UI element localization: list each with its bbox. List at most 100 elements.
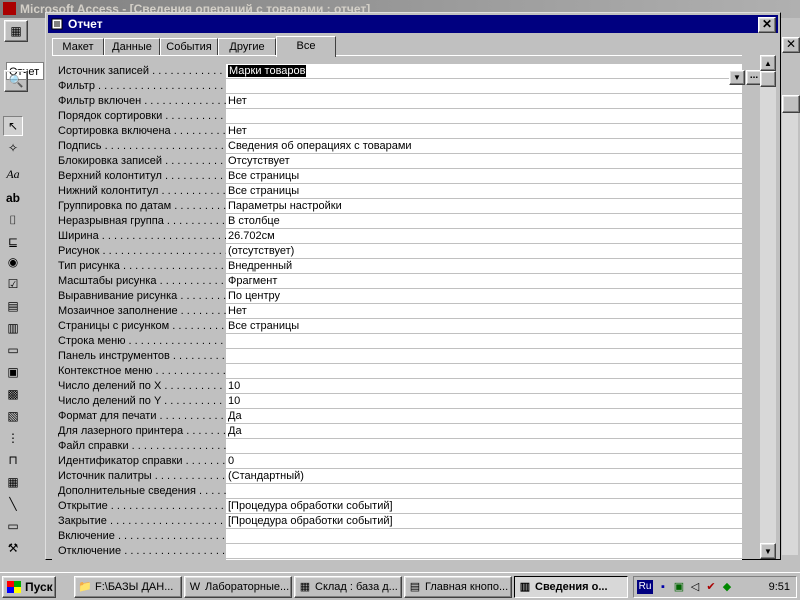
unbound-object-icon[interactable]: ▩ (3, 384, 23, 404)
property-value[interactable]: В столбце (226, 214, 742, 229)
property-row[interactable]: Панель инструментов . . . . . . . . . . … (52, 349, 742, 364)
property-value[interactable]: Нет (226, 304, 742, 319)
db-window-icon[interactable]: ▦ (4, 20, 28, 42)
scroll-down-icon[interactable]: ▼ (760, 543, 776, 559)
property-value[interactable]: [Процедура обработки событий] (226, 514, 742, 529)
property-value[interactable]: [Процедура обработки событий] (226, 499, 742, 514)
tab-control-icon[interactable]: ⊓ (3, 450, 23, 470)
property-row[interactable]: Ширина . . . . . . . . . . . . . . . . .… (52, 229, 742, 244)
property-row[interactable]: Отключение . . . . . . . . . . . . . . .… (52, 544, 742, 559)
scroll-up-icon[interactable]: ▲ (760, 55, 776, 71)
dialog-titlebar[interactable]: Отчет ✕ (48, 15, 778, 33)
property-value[interactable]: (отсутствует) (226, 244, 742, 259)
property-value[interactable] (226, 439, 742, 454)
property-row[interactable]: Число делений по Y . . . . . . . . . . .… (52, 394, 742, 409)
property-row[interactable]: Закрытие . . . . . . . . . . . . . . . .… (52, 514, 742, 529)
property-row[interactable]: Строка меню . . . . . . . . . . . . . . … (52, 334, 742, 349)
dropdown-arrow-icon[interactable]: ▼ (729, 70, 745, 85)
property-value[interactable]: 10 (226, 394, 742, 409)
property-row[interactable]: Файл справки . . . . . . . . . . . . . .… (52, 439, 742, 454)
property-row[interactable]: Для лазерного принтера . . . . . . . . .… (52, 424, 742, 439)
property-value[interactable]: Отсутствует (226, 154, 742, 169)
report-scrollbar[interactable] (782, 95, 800, 555)
tab-data[interactable]: Данные (104, 38, 160, 55)
property-row[interactable]: Порядок сортировки . . . . . . . . . . .… (52, 109, 742, 124)
property-value[interactable] (226, 79, 742, 94)
property-value[interactable]: Марки товаров (226, 64, 742, 79)
property-value[interactable]: Сведения об операциях с товарами (226, 139, 742, 154)
page-break-icon[interactable]: ⋮ (3, 428, 23, 448)
property-value[interactable]: Фрагмент (226, 274, 742, 289)
taskbar-button[interactable]: 📁 F:\БАЗЫ ДАН... (74, 576, 182, 598)
property-row[interactable]: Выравнивание рисунка . . . . . . . . . .… (52, 289, 742, 304)
taskbar-button[interactable]: ▤ Главная кнопо... (404, 576, 512, 598)
property-row[interactable]: Нижний колонтитул . . . . . . . . . . . … (52, 184, 742, 199)
property-row[interactable]: Идентификатор справки . . . . . . . . . … (52, 454, 742, 469)
property-row[interactable]: Источник палитры . . . . . . . . . . . .… (52, 469, 742, 484)
property-value[interactable]: Все страницы (226, 319, 742, 334)
more-controls-icon[interactable]: ⚒ (3, 538, 23, 558)
taskbar-button[interactable]: W Лабораторные... (184, 576, 292, 598)
property-row[interactable]: Число делений по X . . . . . . . . . . .… (52, 379, 742, 394)
property-row[interactable]: Фильтр включен . . . . . . . . . . . . .… (52, 94, 742, 109)
property-scrollbar[interactable]: ▲ ▼ (760, 55, 776, 559)
tab-layout[interactable]: Макет (52, 38, 104, 55)
property-row[interactable]: Отсутствие данных . . . . . . . . . . . … (52, 559, 742, 560)
network-icon[interactable]: ▪ (656, 580, 670, 594)
property-row[interactable]: Формат для печати . . . . . . . . . . . … (52, 409, 742, 424)
monitor-icon[interactable]: ▣ (672, 580, 686, 594)
property-value[interactable]: Параметры настройки (226, 199, 742, 214)
toggle-button-icon[interactable]: ⊑ (3, 232, 23, 252)
property-row[interactable]: Источник записей . . . . . . . . . . . .… (52, 64, 742, 79)
combo-box-icon[interactable]: ▤ (3, 296, 23, 316)
property-value[interactable]: Нет (226, 94, 742, 109)
antivirus-icon[interactable]: ✔ (704, 580, 718, 594)
option-button-icon[interactable]: ◉ (3, 252, 23, 272)
property-row[interactable]: Дополнительные сведения . . . . . . . . … (52, 484, 742, 499)
tab-other[interactable]: Другие (218, 38, 276, 55)
property-value[interactable] (226, 334, 742, 349)
language-indicator[interactable]: Ru (637, 580, 653, 594)
subreport-icon[interactable]: ▦ (3, 472, 23, 492)
property-value[interactable]: 10 (226, 379, 742, 394)
property-value[interactable] (226, 544, 742, 559)
property-row[interactable]: Блокировка записей . . . . . . . . . . .… (52, 154, 742, 169)
property-row[interactable]: Сортировка включена . . . . . . . . . . … (52, 124, 742, 139)
property-value[interactable]: (Стандартный) (226, 469, 742, 484)
line-tool-icon[interactable]: ╲ (3, 494, 23, 514)
property-row[interactable]: Неразрывная группа . . . . . . . . . . .… (52, 214, 742, 229)
property-value[interactable] (226, 109, 742, 124)
app-close-icon[interactable]: ✕ (782, 37, 800, 53)
taskbar-button[interactable]: ▥ Сведения о... (514, 576, 628, 598)
volume-icon[interactable]: ◁ (688, 580, 702, 594)
property-row[interactable]: Тип рисунка . . . . . . . . . . . . . . … (52, 259, 742, 274)
property-value[interactable]: Внедренный (226, 259, 742, 274)
tab-events[interactable]: События (160, 38, 218, 55)
report-scroll-thumb[interactable] (782, 95, 800, 113)
property-row[interactable]: Подпись . . . . . . . . . . . . . . . . … (52, 139, 742, 154)
option-group-icon[interactable]: ⌷ (3, 210, 23, 230)
property-row[interactable]: Верхний колонтитул . . . . . . . . . . .… (52, 169, 742, 184)
property-value[interactable]: 0 (226, 454, 742, 469)
select-objects-icon[interactable]: ↖ (3, 116, 23, 136)
property-value[interactable] (226, 349, 742, 364)
scheduler-icon[interactable]: ◆ (720, 580, 734, 594)
image-tool-icon[interactable]: ▣ (3, 362, 23, 382)
property-value[interactable]: Все страницы (226, 169, 742, 184)
bound-object-icon[interactable]: ▧ (3, 406, 23, 426)
clock[interactable]: 9:51 (769, 577, 790, 597)
property-value[interactable] (226, 484, 742, 499)
property-row[interactable]: Фильтр . . . . . . . . . . . . . . . . .… (52, 79, 742, 94)
property-row[interactable]: Масштабы рисунка . . . . . . . . . . . .… (52, 274, 742, 289)
property-value[interactable]: Нет (226, 124, 742, 139)
command-button-icon[interactable]: ▭ (3, 340, 23, 360)
property-value[interactable]: По центру (226, 289, 742, 304)
property-row[interactable]: Мозаичное заполнение . . . . . . . . . .… (52, 304, 742, 319)
property-row[interactable]: Группировка по датам . . . . . . . . . .… (52, 199, 742, 214)
property-row[interactable]: Рисунок . . . . . . . . . . . . . . . . … (52, 244, 742, 259)
property-value[interactable] (226, 364, 742, 379)
property-row[interactable]: Открытие . . . . . . . . . . . . . . . .… (52, 499, 742, 514)
start-button[interactable]: Пуск (2, 576, 56, 598)
property-value[interactable] (226, 529, 742, 544)
checkbox-tool-icon[interactable]: ☑ (3, 274, 23, 294)
